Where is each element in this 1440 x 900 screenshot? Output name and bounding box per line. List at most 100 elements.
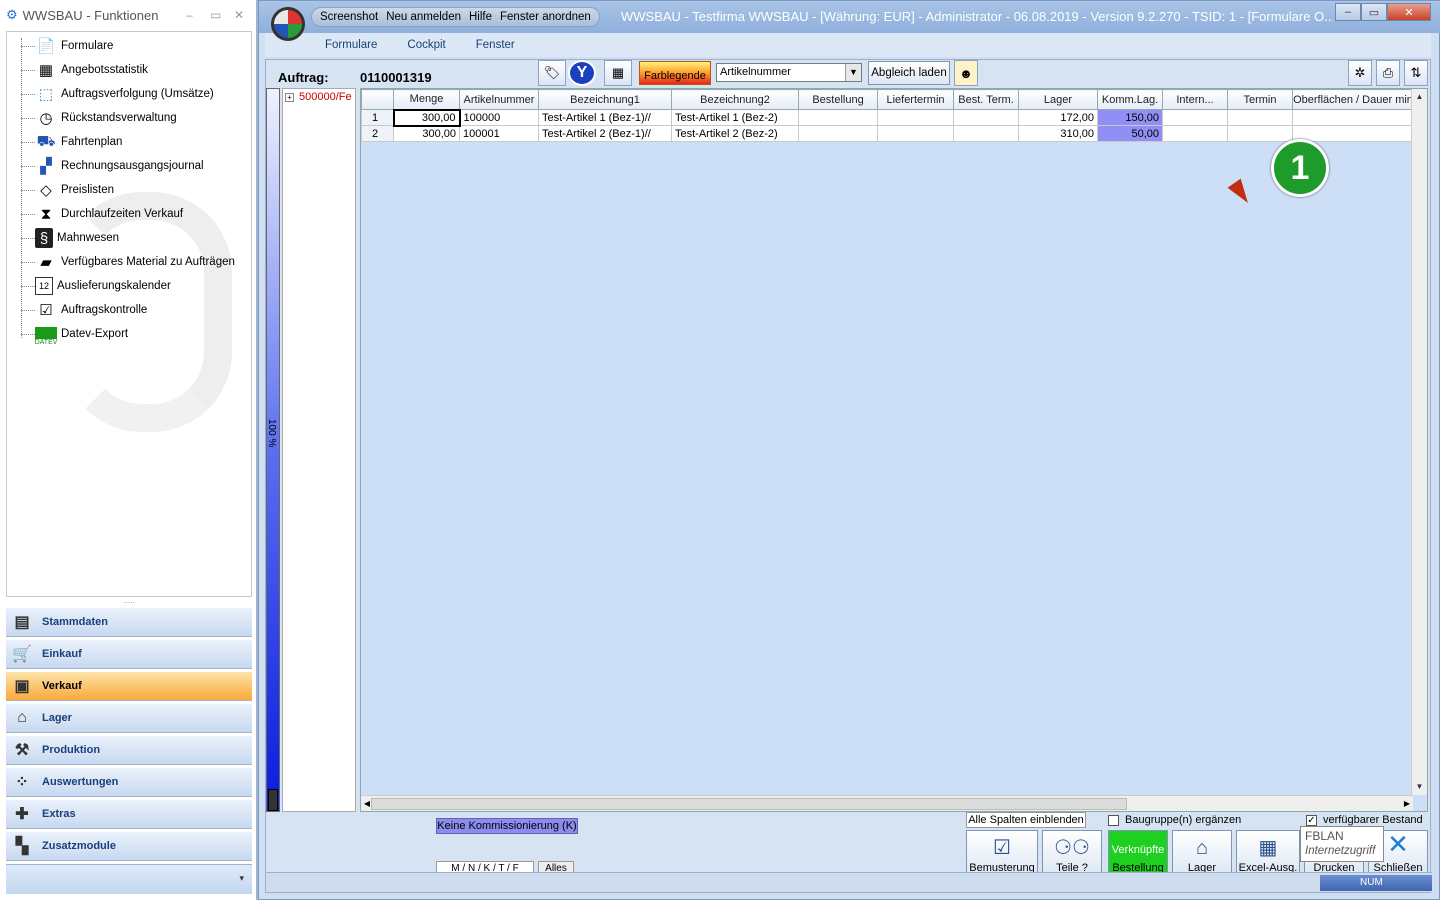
col-header-best-term[interactable]: Best. Term. xyxy=(953,89,1019,110)
grid-tool-button[interactable]: ▦ xyxy=(604,60,632,86)
chevron-down-icon[interactable]: ▼ xyxy=(845,64,861,81)
col-header-lager[interactable]: Lager xyxy=(1018,89,1098,110)
col-header-bezeichnung2[interactable]: Bezeichnung2 xyxy=(671,89,799,110)
excel-ausgabe-button[interactable]: ▦ Excel-Ausg. xyxy=(1236,830,1300,876)
verknuepfte-bestellung-button[interactable]: Verknüpfte Bestellung xyxy=(1108,830,1168,876)
tree-item-datev-export[interactable]: DATEV Datev-Export xyxy=(21,322,128,346)
menu-cockpit[interactable]: Cockpit xyxy=(407,39,445,51)
nav-footer[interactable]: ▾ xyxy=(6,864,252,894)
col-header-bezeichnung1[interactable]: Bezeichnung1 xyxy=(538,89,672,110)
window-maximize-button[interactable]: ▭ xyxy=(1361,3,1387,21)
expand-icon[interactable]: + xyxy=(285,92,294,102)
window-close-button[interactable]: ✕ xyxy=(1387,3,1431,21)
cell-bezeichnung1[interactable]: Test-Artikel 1 (Bez-1)// xyxy=(538,109,672,126)
cell-komm-lag[interactable]: 50,00 xyxy=(1097,125,1163,142)
user-tool-button[interactable]: ☻ xyxy=(954,60,978,86)
nav-lager[interactable]: ⌂ Lager xyxy=(6,703,252,733)
lager-button[interactable]: ⌂ Lager xyxy=(1172,830,1232,876)
keine-kommissionierung-button[interactable]: Keine Kommissionierung (K) xyxy=(436,818,578,834)
abgleich-laden-button[interactable]: Abgleich laden xyxy=(868,61,950,85)
col-header-intern[interactable]: Intern... xyxy=(1162,89,1228,110)
tree-item-angebotsstatistik[interactable]: ▦ Angebotsstatistik xyxy=(21,58,148,82)
teile-button[interactable]: ⚆⚆ Teile ? xyxy=(1042,830,1102,876)
qat-screenshot[interactable]: Screenshot xyxy=(320,11,378,23)
cell-komm-lag[interactable]: 150,00 xyxy=(1097,109,1163,126)
qat-hilfe[interactable]: Hilfe xyxy=(469,11,492,23)
tag-tool-button[interactable]: 🏷 xyxy=(538,60,566,86)
filter-button[interactable]: Y xyxy=(568,60,596,86)
tree-item-preislisten[interactable]: ◇ Preislisten xyxy=(21,178,114,202)
cell-artikelnummer[interactable]: 100000 xyxy=(459,109,539,126)
cell-lager[interactable]: 310,00 xyxy=(1018,125,1098,142)
nav-zusatzmodule[interactable]: ▚ Zusatzmodule xyxy=(6,831,252,861)
cell-menge[interactable]: 300,00 xyxy=(393,125,460,142)
level-grip[interactable] xyxy=(268,789,278,811)
col-header-artikelnummer[interactable]: Artikelnummer xyxy=(459,89,539,110)
cell-oberflaechen[interactable] xyxy=(1292,109,1414,126)
tree-item-auftragskontrolle[interactable]: ☑ Auftragskontrolle xyxy=(21,298,147,322)
checkbox-box-checked[interactable]: ✓ xyxy=(1306,814,1317,826)
farblegende-button[interactable]: Farblegende xyxy=(639,61,711,85)
cell-liefertermin[interactable] xyxy=(877,125,954,142)
qat-neu-anmelden[interactable]: Neu anmelden xyxy=(386,11,461,23)
cell-termin[interactable] xyxy=(1227,109,1293,126)
cell-lager[interactable]: 172,00 xyxy=(1018,109,1098,126)
scroll-up-icon[interactable]: ▲ xyxy=(1412,89,1427,105)
nav-extras[interactable]: ✚ Extras xyxy=(6,799,252,829)
maximize-button[interactable]: ▭ xyxy=(210,8,221,22)
tree-item-mahnwesen[interactable]: § Mahnwesen xyxy=(21,226,119,250)
bemusterung-button[interactable]: ☑ Bemusterung xyxy=(966,830,1038,876)
close-button[interactable]: ✕ xyxy=(234,8,244,22)
nav-einkauf[interactable]: 🛒 Einkauf xyxy=(6,639,252,669)
nav-auswertungen[interactable]: ⁘ Auswertungen xyxy=(6,767,252,797)
chevron-down-icon[interactable]: ▾ xyxy=(239,873,244,884)
verfuegbar-checkbox[interactable]: ✓ verfügbarer Bestand xyxy=(1306,814,1423,826)
col-header-nr[interactable] xyxy=(361,89,394,110)
cell-intern[interactable] xyxy=(1162,125,1228,142)
cell-bestellung[interactable] xyxy=(798,109,878,126)
table-row[interactable]: 1 300,00 100000 Test-Artikel 1 (Bez-1)//… xyxy=(361,108,1414,127)
nav-verkauf[interactable]: ▣ Verkauf xyxy=(6,671,252,701)
col-header-oberflaechen[interactable]: Oberflächen / Dauer min xyxy=(1292,89,1414,110)
tree-item-verfuegbares-material[interactable]: ▰ Verfügbares Material zu Aufträgen xyxy=(21,250,235,274)
col-header-menge[interactable]: Menge xyxy=(393,89,460,110)
scroll-down-icon[interactable]: ▼ xyxy=(1412,779,1427,795)
scroll-right-icon[interactable]: ▶ xyxy=(1401,796,1413,811)
tree-item-auslieferungskalender[interactable]: 12 Auslieferungskalender xyxy=(21,274,171,298)
cell-intern[interactable] xyxy=(1162,109,1228,126)
nav-produktion[interactable]: ⚒ Produktion xyxy=(6,735,252,765)
menu-fenster[interactable]: Fenster xyxy=(476,39,515,51)
baugruppe-checkbox[interactable]: Baugruppe(n) ergänzen xyxy=(1108,814,1241,826)
table-row[interactable]: 2 300,00 100001 Test-Artikel 2 (Bez-1)//… xyxy=(361,125,1414,142)
tree-item-auftragsverfolgung[interactable]: ⬚ Auftragsverfolgung (Umsätze) xyxy=(21,82,214,106)
level-bar[interactable]: 100 % xyxy=(266,88,280,812)
qat-fenster-anordnen[interactable]: Fenster anordnen xyxy=(500,11,591,23)
window-minimize-button[interactable]: – xyxy=(1335,3,1361,21)
tree-item-rechnungsausgangsjournal[interactable]: ▞ Rechnungsausgangsjournal xyxy=(21,154,204,178)
tree-item-formulare[interactable]: 📄 Formulare xyxy=(21,34,113,58)
print-tool-button[interactable]: ⎙ xyxy=(1376,60,1400,86)
col-header-liefertermin[interactable]: Liefertermin xyxy=(877,89,954,110)
row-number[interactable]: 1 xyxy=(361,109,394,126)
tree-item-durchlaufzeiten[interactable]: ⧗ Durchlaufzeiten Verkauf xyxy=(21,202,183,226)
panel-splitter[interactable]: ..... xyxy=(6,597,252,606)
cell-oberflaechen[interactable] xyxy=(1292,125,1414,142)
cell-bezeichnung2[interactable]: Test-Artikel 2 (Bez-2) xyxy=(671,125,799,142)
alle-spalten-button[interactable]: Alle Spalten einblenden xyxy=(966,812,1086,828)
cell-bestellung[interactable] xyxy=(798,125,878,142)
menu-formulare[interactable]: Formulare xyxy=(325,39,377,51)
cell-artikelnummer[interactable]: 100001 xyxy=(459,125,539,142)
tree-node-500000[interactable]: +500000/Fe xyxy=(285,91,352,103)
tree-item-fahrtenplan[interactable]: ⛟ Fahrtenplan xyxy=(21,130,122,154)
app-logo-icon[interactable] xyxy=(271,7,305,41)
tree-item-rueckstandsverwaltung[interactable]: ◷ Rückstandsverwaltung xyxy=(21,106,177,130)
settings-tool-button[interactable]: ✲ xyxy=(1348,60,1372,86)
minimize-button[interactable]: – xyxy=(186,8,193,22)
cell-best-term[interactable] xyxy=(953,109,1019,126)
sort-az-button[interactable]: ⇅ xyxy=(1404,60,1428,86)
col-header-komm-lag[interactable]: Komm.Lag. xyxy=(1097,89,1163,110)
nav-stammdaten[interactable]: ▤ Stammdaten xyxy=(6,607,252,637)
cell-best-term[interactable] xyxy=(953,125,1019,142)
scroll-thumb[interactable] xyxy=(371,798,1127,810)
cell-liefertermin[interactable] xyxy=(877,109,954,126)
